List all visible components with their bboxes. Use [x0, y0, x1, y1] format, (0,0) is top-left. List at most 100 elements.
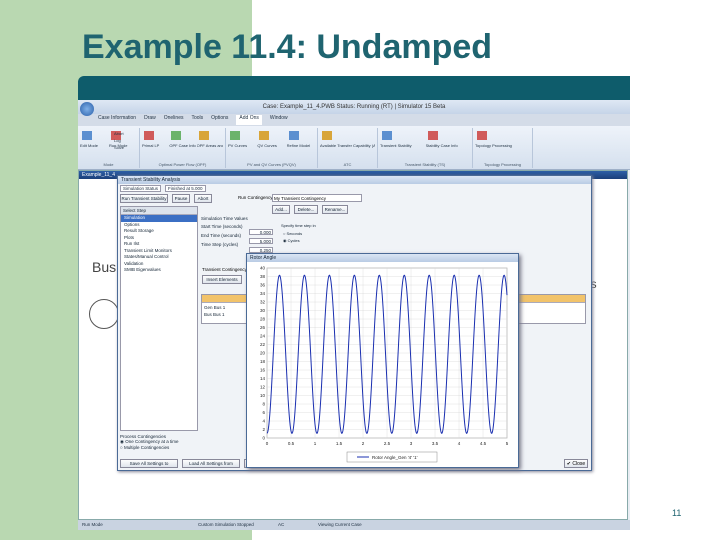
table-row[interactable]: Bus Bus 1 [204, 312, 225, 317]
slide-title: Example 11.4: Undamped [82, 28, 493, 66]
y-tick-label: 12 [260, 385, 266, 390]
y-tick-label: 6 [262, 410, 265, 415]
x-tick-label: 4.5 [480, 441, 487, 446]
ribbon: Edit Mode Run Mode Abort Log Solve Mode Primal… [78, 126, 630, 170]
y-tick-label: 38 [260, 274, 266, 279]
ribbon-button-label[interactable]: Transient Stability [380, 143, 425, 148]
abort-button[interactable]: Abort [194, 194, 212, 203]
tab-draw[interactable]: Draw [144, 115, 156, 125]
ribbon-button-label[interactable]: Stability Case Info [426, 143, 471, 148]
save-all-settings-button[interactable]: Save All Settings to [120, 459, 178, 468]
radio-seconds[interactable]: ○ Seconds [283, 231, 302, 236]
tsa-titlebar: Transient Stability Analysis [118, 176, 591, 184]
time-step-label: Time Step (cycles) [201, 242, 239, 247]
contingency-select[interactable]: My Transient Contingency [272, 194, 362, 202]
close-button[interactable]: ✔ Close [564, 459, 588, 468]
y-tick-label: 28 [260, 317, 266, 322]
tsa-toolbar: Run Transient Stability Pause Abort Run … [120, 194, 590, 204]
select-step-header: Select Step [121, 207, 197, 215]
ribbon-button-label[interactable]: Topology Processing [475, 143, 530, 148]
ribbon-button-label[interactable]: PV Curves [228, 143, 256, 148]
specify-step-label: Specify time step in [281, 223, 316, 228]
x-tick-label: 3.5 [432, 441, 439, 446]
ribbon-button-label[interactable]: Edit Mode [80, 143, 108, 148]
ribbon-tabs: Case Information Draw Onelines Tools Options… [98, 115, 288, 125]
y-tick-label: 8 [262, 402, 265, 407]
insert-elements-button[interactable]: Insert Elements [202, 275, 242, 284]
y-tick-label: 4 [262, 419, 265, 424]
y-tick-label: 22 [260, 342, 266, 347]
tab-add-ons[interactable]: Add Ons [236, 115, 262, 125]
y-tick-label: 0 [262, 436, 265, 441]
slide-page-number: 11 [672, 508, 682, 518]
table-row[interactable]: Gen Bus 1 [204, 305, 225, 310]
ribbon-button-icon[interactable] [171, 131, 182, 140]
ribbon-group-label: PV and QV Curves (PVQV) [247, 162, 296, 167]
y-tick-label: 16 [260, 368, 266, 373]
status-bar-item: Run Mode [82, 522, 103, 527]
tab-tools[interactable]: Tools [191, 115, 203, 125]
ribbon-button-icon[interactable] [427, 131, 438, 140]
y-tick-label: 18 [260, 359, 266, 364]
ribbon-group-2: PV Curves QV Curves Refine Model PV and QV … [226, 128, 318, 168]
ribbon-button-label[interactable]: QV Curves [257, 143, 285, 148]
pause-button[interactable]: Pause [172, 194, 190, 203]
x-tick-label: 0 [266, 441, 269, 446]
ribbon-button-icon[interactable] [382, 131, 392, 140]
contingency-label: Run Contingency: [238, 195, 274, 200]
ribbon-button-label[interactable]: OPF Areas and Regions [197, 143, 223, 148]
ribbon-button-icon[interactable] [288, 131, 299, 140]
ribbon-group-5: Topology Processing Topology Processing [473, 128, 533, 168]
ribbon-group-0: Edit Mode Run Mode Abort Log Solve Mode [78, 128, 140, 168]
tab-simulation-status[interactable]: Simulation Status [120, 185, 162, 192]
status-bar-item: Viewing Current Case [318, 522, 362, 527]
ribbon-group-label: Mode [103, 162, 114, 167]
generator-icon[interactable] [89, 299, 119, 329]
ribbon-small-button[interactable]: Log [114, 138, 121, 143]
ribbon-button-icon[interactable] [230, 131, 240, 140]
bus-label: Bus [92, 259, 117, 275]
run-transient-stability-button[interactable]: Run Transient Stability [120, 194, 168, 203]
y-tick-label: 30 [260, 308, 266, 313]
workspace: Example_11_4 Bus ns Transient Stability … [78, 170, 630, 520]
ribbon-group-label: ATC [343, 162, 352, 167]
tab-onelines[interactable]: Onelines [164, 115, 184, 125]
oneline-window: Example_11_4 Bus ns Transient Stability … [78, 170, 628, 520]
tree-item[interactable]: SMIB Eigenvalues [121, 267, 197, 274]
ribbon-button-label[interactable]: Refine Model [287, 143, 315, 148]
ribbon-group-4: Transient Stability Stability Case Info Tr… [378, 128, 473, 168]
ribbon-button-icon[interactable] [322, 131, 332, 140]
ribbon-button-icon[interactable] [82, 131, 92, 140]
rotor-angle-plot[interactable]: 02468101214161820222426283032343638400 0.… [247, 262, 518, 467]
plot-titlebar: Rotor Angle [247, 254, 518, 262]
x-tick-label: 0.5 [288, 441, 295, 446]
y-tick-label: 14 [260, 376, 266, 381]
ribbon-button-icon[interactable] [198, 131, 209, 140]
ribbon-button-label[interactable]: Primal LP [142, 143, 168, 148]
app-menu-orb-icon[interactable] [80, 102, 94, 116]
ribbon-button-icon[interactable] [477, 131, 487, 140]
y-tick-label: 24 [260, 334, 266, 339]
ribbon-group-label: Transient Stability (TS) [404, 162, 446, 167]
ribbon-button-icon[interactable] [144, 131, 154, 140]
ribbon-small-button[interactable]: Abort [114, 131, 124, 136]
tab-options[interactable]: Options [211, 115, 228, 125]
end-time-label: End Time (seconds) [201, 233, 242, 238]
plot-window: Rotor Angle 0 2 4 6 8 10 12 14 16 18 20 22 24 26 28 30 3… [246, 253, 519, 468]
y-tick-label: 32 [260, 300, 266, 305]
ribbon-small-button[interactable]: Solve [114, 145, 124, 150]
tab-finished[interactable]: Finished at 5.000 [165, 185, 206, 192]
tab-case-information[interactable]: Case Information [98, 115, 136, 125]
status-bar-item: AC [278, 522, 285, 527]
load-all-settings-button[interactable]: Load All Settings from [182, 459, 240, 468]
ribbon-button-label[interactable]: Available Transfer Capability (ATC) [320, 143, 375, 148]
tab-window[interactable]: Window [270, 115, 288, 125]
y-tick-label: 36 [260, 283, 266, 288]
sim-time-header: Simulation Time Values [201, 216, 248, 221]
ribbon-button-icon[interactable] [259, 131, 270, 140]
x-tick-label: 1 [314, 441, 317, 446]
ribbon-group-1: Primal LPOPF Case InfoOPF Areas and Regi… [140, 128, 226, 168]
radio-cycles[interactable]: ◉ Cycles [283, 238, 300, 243]
y-tick-label: 20 [260, 351, 266, 356]
ribbon-button-label[interactable]: OPF Case Info [169, 143, 195, 148]
